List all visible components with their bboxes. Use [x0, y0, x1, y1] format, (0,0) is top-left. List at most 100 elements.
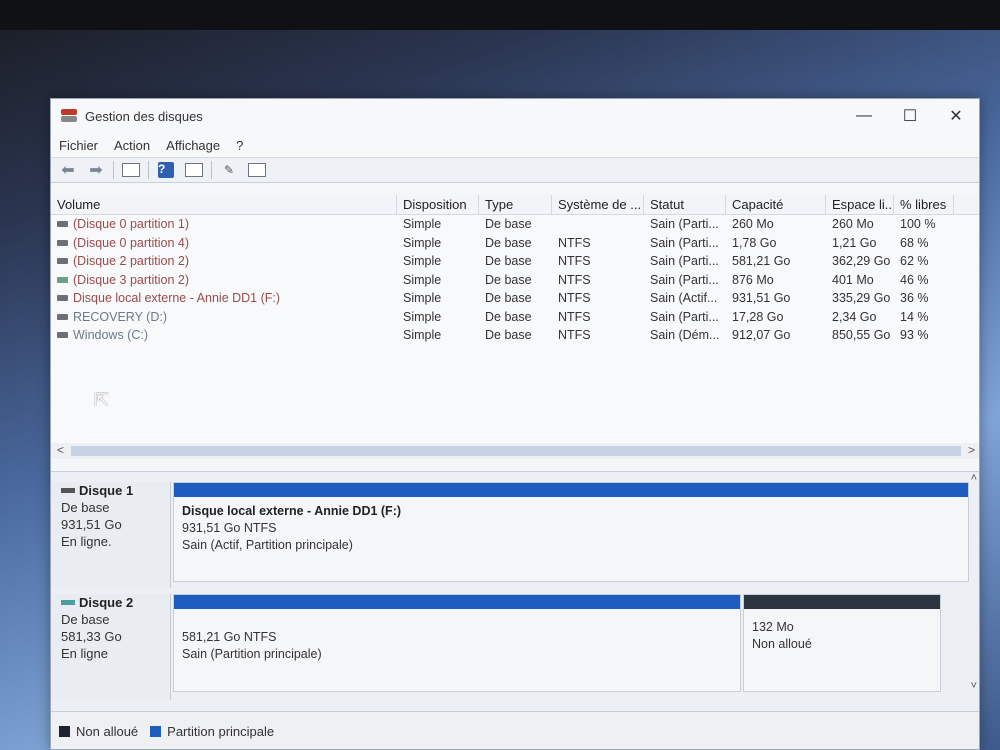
menu-action[interactable]: Action — [114, 138, 150, 153]
disk-2-unallocated[interactable]: 132 Mo Non alloué — [743, 594, 941, 692]
disk-1-partition[interactable]: Disque local externe - Annie DD1 (F:) 93… — [173, 482, 969, 582]
cell-filesystem: NTFS — [558, 235, 591, 250]
toolbar-separator — [113, 161, 114, 179]
disk-graph-view: ˄ ˅ Disque 1 De base 931,51 Go En ligne.… — [51, 471, 979, 711]
table-row[interactable]: (Disque 0 partition 4) Simple De base NT… — [51, 234, 979, 253]
scroll-right-icon[interactable]: > — [968, 443, 975, 457]
cell-percent-free: 93 % — [900, 328, 929, 342]
scroll-down-icon[interactable]: ˅ — [971, 680, 977, 692]
table-row[interactable]: Disque local externe - Annie DD1 (F:) Si… — [51, 289, 979, 308]
help-icon[interactable]: ? — [155, 161, 177, 179]
disk-2-label[interactable]: Disque 2 De base 581,33 Go En ligne — [51, 594, 171, 700]
disk-1-size: 931,51 Go — [61, 517, 122, 532]
desktop-top-edge — [0, 0, 1000, 30]
volume-icon — [57, 258, 68, 265]
forward-arrow-icon[interactable]: ➡ — [85, 161, 107, 179]
cell-percent-free: 100 % — [900, 217, 936, 231]
cell-capacity: 1,78 Go — [732, 235, 777, 250]
checklist-icon[interactable] — [246, 161, 268, 179]
mouse-pointer-icon: ⇱ — [94, 390, 110, 410]
table-row[interactable]: RECOVERY (D:) Simple De base NTFS Sain (… — [51, 308, 979, 327]
scroll-left-icon[interactable]: < — [57, 443, 64, 457]
cell-disposition: Simple — [403, 328, 442, 342]
cell-status: Sain (Parti... — [650, 254, 719, 268]
cell-free-space: 260 Mo — [832, 217, 874, 231]
table-row[interactable]: (Disque 3 partition 2) Simple De base NT… — [51, 271, 979, 290]
cell-status: Sain (Actif... — [650, 291, 718, 305]
cell-free-space: 401 Mo — [832, 272, 874, 287]
cell-status: Sain (Parti... — [650, 272, 719, 287]
disk-2-name: Disque 2 — [79, 595, 134, 610]
menu-fichier[interactable]: Fichier — [59, 138, 98, 153]
scroll-up-icon[interactable]: ˄ — [971, 472, 977, 484]
disk-1-name: Disque 1 — [79, 483, 134, 498]
partition-status: Sain (Partition principale) — [182, 647, 322, 661]
volume-name: (Disque 2 partition 2) — [73, 254, 190, 268]
legend-primary: Partition principale — [167, 724, 275, 739]
back-arrow-icon[interactable]: ⬅ — [57, 161, 79, 179]
cell-type: De base — [485, 291, 532, 305]
column-header-type[interactable]: Type — [479, 195, 552, 214]
cell-status: Sain (Parti... — [650, 217, 719, 231]
partition-title: Disque local externe - Annie DD1 (F:) — [182, 504, 402, 518]
volume-list-header: Volume Disposition Type Système de ... S… — [51, 195, 979, 215]
cell-status: Sain (Parti... — [650, 235, 719, 250]
title-bar: Gestion des disques — ☐ ✕ — [51, 99, 979, 133]
disk-2-state: En ligne — [61, 646, 108, 661]
disk-management-window: Gestion des disques — ☐ ✕ Fichier Action… — [50, 98, 980, 750]
disk-icon — [61, 600, 75, 605]
table-row[interactable]: Windows (C:) Simple De base NTFS Sain (D… — [51, 326, 979, 345]
cell-type: De base — [485, 254, 532, 268]
unallocated-size: 132 Mo — [752, 620, 794, 634]
column-header-free-space[interactable]: Espace li... — [826, 195, 894, 214]
partition-size: 931,51 Go NTFS — [182, 521, 277, 535]
disk-2-type: De base — [61, 612, 110, 627]
cell-free-space: 1,21 Go — [832, 235, 877, 250]
volume-icon — [57, 276, 68, 283]
window-title: Gestion des disques — [85, 108, 203, 124]
column-header-filesystem[interactable]: Système de ... — [552, 195, 644, 214]
minimize-button[interactable]: — — [841, 99, 887, 133]
scrollbar-thumb[interactable] — [71, 446, 961, 456]
close-button[interactable]: ✕ — [933, 99, 979, 133]
toolbar-separator — [148, 161, 149, 179]
unallocated-label: Non alloué — [752, 637, 812, 651]
column-header-percent-free[interactable]: % libres — [894, 195, 954, 214]
cell-percent-free: 36 % — [900, 291, 929, 305]
menu-affichage[interactable]: Affichage — [166, 138, 220, 153]
volume-list: Volume Disposition Type Système de ... S… — [51, 195, 979, 460]
cell-capacity: 17,28 Go — [732, 309, 784, 324]
table-row[interactable]: (Disque 0 partition 1) Simple De base Sa… — [51, 215, 979, 234]
cell-type: De base — [485, 272, 532, 287]
cell-type: De base — [485, 309, 532, 324]
cell-percent-free: 46 % — [900, 272, 929, 287]
connect-icon[interactable]: ✎ — [218, 161, 240, 179]
menu-help[interactable]: ? — [236, 138, 243, 153]
properties-icon[interactable] — [183, 161, 205, 179]
cell-free-space: 335,29 Go — [832, 291, 891, 305]
cell-filesystem: NTFS — [558, 309, 591, 324]
maximize-button[interactable]: ☐ — [887, 99, 933, 133]
cell-filesystem: NTFS — [558, 254, 591, 268]
disk-2-partition[interactable]: 581,21 Go NTFS Sain (Partition principal… — [173, 594, 741, 692]
disk-1-label[interactable]: Disque 1 De base 931,51 Go En ligne. — [51, 482, 171, 588]
column-header-disposition[interactable]: Disposition — [397, 195, 479, 214]
cell-disposition: Simple — [403, 217, 442, 231]
table-row[interactable]: (Disque 2 partition 2) Simple De base NT… — [51, 252, 979, 271]
column-header-capacity[interactable]: Capacité — [726, 195, 826, 214]
unallocated-bar — [744, 595, 940, 609]
partition-status: Sain (Actif, Partition principale) — [182, 538, 353, 552]
column-header-status[interactable]: Statut — [644, 195, 726, 214]
cell-filesystem: NTFS — [558, 291, 591, 305]
cell-capacity: 260 Mo — [732, 217, 774, 231]
primary-partition-bar — [174, 483, 968, 497]
unallocated-swatch — [59, 726, 70, 737]
horizontal-scrollbar[interactable]: < > — [51, 443, 979, 459]
cell-percent-free: 68 % — [900, 235, 929, 250]
console-tree-icon[interactable] — [120, 161, 142, 179]
cell-capacity: 912,07 Go — [732, 328, 791, 342]
cell-disposition: Simple — [403, 291, 442, 305]
cell-type: De base — [485, 217, 532, 231]
column-header-volume[interactable]: Volume — [51, 195, 397, 214]
volume-name: (Disque 3 partition 2) — [73, 272, 190, 287]
